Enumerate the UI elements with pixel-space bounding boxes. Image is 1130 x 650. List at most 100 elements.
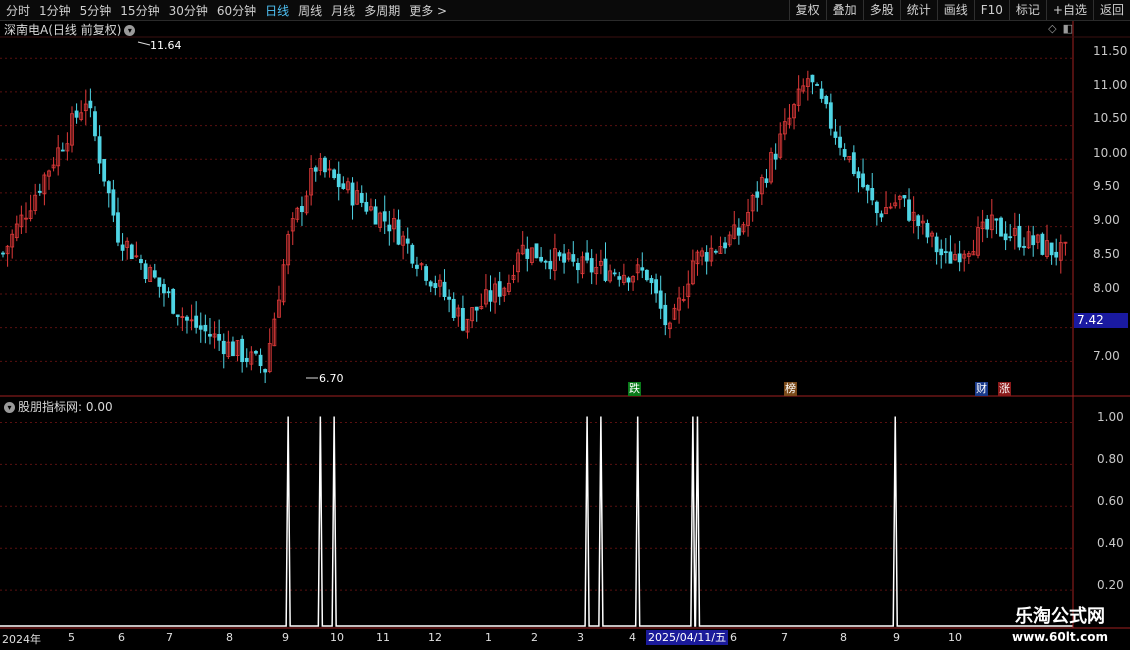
candle-body — [373, 206, 378, 225]
candle-body — [194, 315, 199, 328]
candle-body — [663, 304, 668, 326]
candle-body — [957, 253, 962, 263]
chevron-down-icon[interactable]: ▾ — [124, 25, 136, 36]
x-tick-label: 11 — [376, 631, 390, 644]
indicator-value: : 0.00 — [78, 400, 113, 414]
candle-body — [925, 222, 930, 238]
candle-body — [865, 184, 870, 191]
candle-body — [231, 341, 235, 357]
candle-body — [198, 325, 203, 330]
candle-body — [640, 267, 645, 271]
candle-body — [626, 277, 631, 283]
candle-body — [60, 149, 65, 152]
candle-body — [525, 248, 530, 259]
candle-body — [171, 288, 176, 314]
candle-body — [838, 136, 842, 148]
candle-body — [433, 283, 438, 289]
ind-y-tick-label: 0.40 — [1097, 536, 1124, 550]
ind-y-tick-label: 0.20 — [1097, 578, 1124, 592]
candle-body — [907, 199, 911, 221]
candle-body — [856, 171, 861, 179]
x-tick-label: 7 — [166, 631, 173, 644]
candle-body — [824, 96, 829, 105]
y-tick-label: 10.50 — [1093, 111, 1128, 125]
candle-body — [364, 201, 369, 212]
candle-body — [562, 253, 566, 263]
low-price-label: 6.70 — [319, 372, 344, 385]
candle-body — [617, 276, 622, 280]
current-price-tag: 7.42 — [1074, 313, 1128, 328]
candle-body — [815, 84, 819, 86]
candle-body — [410, 244, 415, 264]
kline-chart[interactable] — [0, 0, 1130, 650]
candle-body — [254, 350, 258, 354]
candle-body — [382, 211, 387, 222]
panel-toggle-icon[interactable]: ◧ — [1063, 22, 1073, 35]
ind-y-tick-label: 1.00 — [1097, 410, 1124, 424]
indicator-name: 股朋指标网 — [18, 400, 79, 414]
candle-body — [916, 215, 921, 226]
diamond-icon[interactable]: ◇ — [1048, 22, 1056, 35]
candle-body — [313, 167, 318, 172]
event-badge-rank[interactable]: 榜 — [784, 382, 797, 396]
candle-body — [111, 189, 116, 216]
indicator-line — [0, 416, 1073, 627]
candle-body — [120, 244, 125, 251]
candle-body — [451, 298, 456, 318]
candle-body — [424, 266, 429, 281]
candle-body — [1040, 233, 1045, 255]
candle-body — [175, 314, 180, 318]
x-tick-label: 6 — [730, 631, 737, 644]
y-tick-label: 8.50 — [1093, 247, 1120, 261]
candle-body — [870, 188, 875, 201]
candle-body — [589, 258, 594, 273]
watermark-url: www.60lt.com — [1011, 630, 1109, 644]
y-tick-label: 8.00 — [1093, 281, 1120, 295]
x-tick-label: 12 — [428, 631, 442, 644]
candle-body — [1017, 225, 1022, 248]
candle-body — [332, 169, 337, 179]
candle-body — [102, 158, 107, 182]
x-tick-label: 5 — [68, 631, 75, 644]
candle-body — [994, 218, 999, 221]
candle-body — [157, 277, 162, 287]
candle-body — [539, 256, 543, 262]
x-tick-label: 7 — [781, 631, 788, 644]
candle-body — [162, 284, 166, 294]
panel-controls: ◇ ◧ — [1042, 22, 1073, 35]
candle-body — [341, 183, 346, 189]
event-badge-finance[interactable]: 财 — [975, 382, 988, 396]
chevron-down-icon[interactable]: ▾ — [4, 402, 15, 413]
candle-body — [603, 258, 608, 281]
candle-body — [999, 217, 1003, 237]
y-tick-label: 11.00 — [1093, 78, 1128, 92]
candle-body — [240, 338, 245, 363]
candle-body — [736, 227, 741, 236]
candle-body — [405, 238, 410, 244]
candle-body — [773, 153, 778, 160]
event-badge-rise[interactable]: 涨 — [998, 382, 1011, 396]
candle-body — [1049, 242, 1054, 256]
x-tick-label: 2024年 — [2, 633, 41, 646]
candle-body — [723, 242, 727, 249]
high-marker-arrow — [137, 41, 151, 46]
candle-body — [612, 272, 617, 275]
candle-body — [1054, 251, 1059, 258]
x-tick-label: 10 — [948, 631, 962, 644]
candle-body — [116, 212, 120, 243]
candle-body — [415, 264, 419, 269]
y-tick-label: 11.50 — [1093, 44, 1128, 58]
candle-body — [557, 252, 562, 257]
candle-body — [336, 173, 341, 188]
indicator-title: ▾ 股朋指标网: 0.00 — [4, 398, 113, 415]
candle-body — [879, 213, 884, 218]
x-tick-label: 6 — [118, 631, 125, 644]
x-tick-label: 1 — [485, 631, 492, 644]
x-tick-label: 8 — [840, 631, 847, 644]
event-badge-drop[interactable]: 跌 — [628, 382, 641, 396]
candle-body — [644, 269, 649, 281]
candle-body — [713, 250, 718, 253]
candle-body — [585, 252, 589, 261]
chart-grid — [0, 57, 1073, 591]
indicator-series — [0, 416, 1073, 627]
